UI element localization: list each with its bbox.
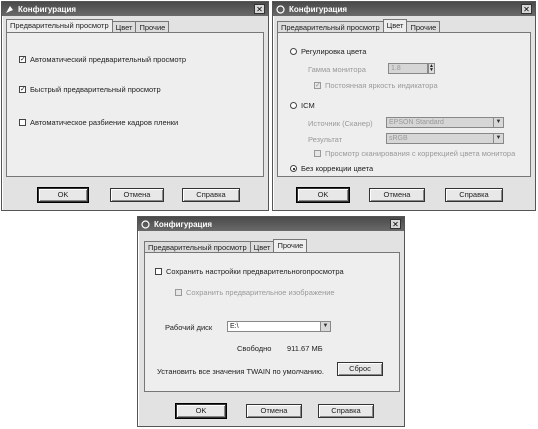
display-brightness-option[interactable]: ✓ Постоянная яркость индикатора [314, 81, 438, 90]
display-brightness-label: Постоянная яркость индикатора [325, 81, 438, 90]
icm-label: ICM [301, 101, 315, 110]
window-title: Конфигурация [154, 219, 213, 229]
tab-other[interactable]: Прочие [273, 239, 308, 252]
display-brightness-checkbox[interactable]: ✓ [314, 82, 321, 89]
close-button[interactable]: ✕ [521, 4, 532, 14]
disk-label: Рабочий диск [165, 323, 213, 332]
gamma-field[interactable]: 1.8 [388, 63, 428, 74]
target-value: sRGB [389, 135, 408, 142]
tab-preview[interactable]: Предварительный просмотр [6, 19, 113, 32]
help-button[interactable]: Справка [318, 404, 374, 418]
tab-color[interactable]: Цвет [382, 19, 408, 32]
disk-value: E:\ [230, 323, 239, 330]
icm-option[interactable]: ICM [290, 101, 315, 110]
tab-panel: Сохранить настройки предварительногопрос… [144, 252, 400, 392]
free-label: Свободно [237, 344, 272, 353]
close-icon: ✕ [523, 5, 530, 14]
window-title: Конфигурация [289, 4, 348, 14]
free-value: 911.67 МБ [287, 344, 323, 353]
source-label: Источник (Сканер) [308, 119, 373, 128]
close-icon: ✕ [392, 220, 399, 229]
fast-preview-checkbox[interactable]: ✓ [19, 86, 26, 93]
ok-button[interactable]: OK [296, 187, 350, 203]
target-select[interactable]: sRGB ▼ [386, 133, 504, 144]
save-settings-option[interactable]: Сохранить настройки предварительногопрос… [155, 267, 344, 276]
disk-select[interactable]: E:\ ▼ [227, 321, 331, 332]
preview-icm-label: Просмотр сканирования с коррекцией цвета… [325, 149, 516, 158]
auto-frame-split-option[interactable]: Автоматическое разбиение кадров пленки [19, 118, 178, 127]
chevron-down-icon[interactable]: ▼ [493, 134, 503, 143]
target-label: Результат [308, 135, 343, 144]
fast-preview-label: Быстрый предварительный просмотр [30, 85, 161, 94]
source-select[interactable]: EPSON Standard ▼ [386, 117, 504, 128]
close-button[interactable]: ✕ [390, 219, 401, 229]
preview-icm-option[interactable]: Просмотр сканирования с коррекцией цвета… [314, 149, 515, 158]
auto-preview-label: Автоматический предварительный просмотр [30, 55, 187, 64]
config-window-other: Конфигурация ✕ Предварительный просмотр … [137, 216, 405, 427]
cancel-button[interactable]: Отмена [246, 404, 302, 418]
auto-preview-checkbox[interactable]: ✓ [19, 56, 26, 63]
tab-color[interactable]: Цвет [111, 21, 137, 32]
auto-frame-split-checkbox[interactable] [19, 119, 26, 126]
tab-color[interactable]: Цвет [249, 241, 275, 252]
config-window-preview: Конфигурация ✕ Предварительный просмотр … [1, 1, 269, 211]
no-color-label: Без коррекции цвета [301, 164, 374, 173]
cancel-button[interactable]: Отмена [110, 188, 164, 202]
color-adjust-label: Регулировка цвета [301, 47, 367, 56]
app-icon [276, 4, 285, 14]
reset-description: Установить все значения TWAIN по умолчан… [157, 367, 324, 376]
save-settings-checkbox[interactable] [155, 268, 162, 275]
tab-other[interactable]: Прочие [135, 21, 170, 32]
close-button[interactable]: ✕ [254, 4, 265, 14]
save-image-checkbox[interactable] [175, 289, 182, 296]
app-icon [5, 5, 14, 14]
title-bar[interactable]: Конфигурация ✕ [138, 217, 404, 231]
tab-panel: Регулировка цвета Гамма монитора 1.8 ▲ ▼ … [277, 32, 531, 177]
app-icon [141, 219, 150, 229]
tab-preview[interactable]: Предварительный просмотр [277, 21, 384, 32]
title-bar[interactable]: Конфигурация ✕ [2, 2, 268, 16]
config-window-color: Конфигурация ✕ Предварительный просмотр … [272, 1, 536, 211]
gamma-spinner[interactable]: ▲ ▼ [428, 63, 435, 74]
chevron-down-icon[interactable]: ▼ [320, 322, 330, 331]
save-image-option[interactable]: Сохранить предварительное изображение [175, 288, 335, 297]
ok-button[interactable]: OK [175, 403, 227, 419]
save-settings-label: Сохранить настройки предварительногопрос… [166, 267, 344, 276]
ok-button[interactable]: OK [37, 187, 89, 203]
help-button[interactable]: Справка [182, 188, 240, 202]
auto-frame-split-label: Автоматическое разбиение кадров пленки [30, 118, 179, 127]
preview-icm-checkbox[interactable] [314, 150, 321, 157]
auto-preview-option[interactable]: ✓ Автоматический предварительный просмот… [19, 55, 186, 64]
icm-radio[interactable] [290, 102, 297, 109]
no-color-radio[interactable] [290, 165, 297, 172]
close-icon: ✕ [256, 5, 263, 14]
tab-other[interactable]: Прочие [406, 21, 441, 32]
tab-panel: ✓ Автоматический предварительный просмот… [6, 32, 264, 177]
gamma-label: Гамма монитора [308, 65, 366, 74]
window-title: Конфигурация [18, 4, 77, 14]
tab-preview[interactable]: Предварительный просмотр [144, 241, 251, 252]
source-value: EPSON Standard [389, 119, 444, 126]
fast-preview-option[interactable]: ✓ Быстрый предварительный просмотр [19, 85, 161, 94]
color-adjust-option[interactable]: Регулировка цвета [290, 47, 366, 56]
reset-button[interactable]: Сброс [337, 362, 383, 376]
save-image-label: Сохранить предварительное изображение [186, 288, 335, 297]
title-bar[interactable]: Конфигурация ✕ [273, 2, 535, 16]
no-color-option[interactable]: Без коррекции цвета [290, 164, 373, 173]
cancel-button[interactable]: Отмена [369, 188, 425, 202]
color-adjust-radio[interactable] [290, 48, 297, 55]
chevron-down-icon[interactable]: ▼ [493, 118, 503, 127]
help-button[interactable]: Справка [445, 188, 503, 202]
